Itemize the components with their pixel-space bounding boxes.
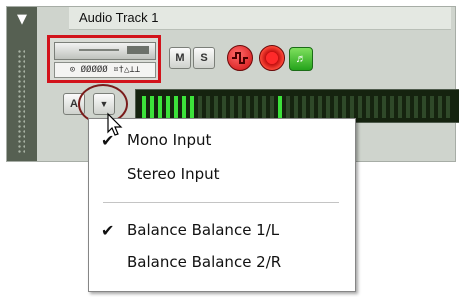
drag-handle[interactable] [17,49,25,155]
menu-item-stereo-input[interactable]: Stereo Input [89,161,355,189]
meter-segment [142,96,146,118]
monitor-button[interactable]: ♬ [289,47,313,71]
speaker-icon: ♬ [295,53,307,65]
menu-item-balance-1l[interactable]: ✔ Balance Balance 1/L [89,217,355,245]
meter-segment [278,96,282,118]
collapse-icon[interactable]: ▼ [11,11,33,29]
menu-item-label: Balance Balance 2/R [127,253,282,271]
meter-segment [350,96,354,118]
menu-item-label: Stereo Input [127,165,220,183]
meter-segment [382,96,386,118]
record-button[interactable] [259,45,285,71]
meter-segment [342,96,346,118]
meter-segment [166,96,170,118]
meter-segment [358,96,362,118]
meter-segment [270,96,274,118]
input-output-widget[interactable]: ⊙ ØØØØØ ¤†△⊥⊥ [47,35,161,83]
rack-led [127,46,149,54]
meter-segment [230,96,234,118]
input-context-menu: ✔ Mono Input Stereo Input ✔ Balance Bala… [88,118,356,292]
input-device-display [54,42,156,60]
meter-segment [374,96,378,118]
track-name[interactable]: Audio Track 1 [79,10,159,25]
waveform-icon [232,52,248,64]
input-channel-label: ⊙ ØØØØØ ¤†△⊥⊥ [54,62,156,78]
meter-segment [438,96,442,118]
meter-segment [446,96,450,118]
meter-segment [238,96,242,118]
solo-button[interactable]: S [193,47,215,69]
rack-slot [79,49,119,51]
meter-segment [262,96,266,118]
meter-segment [222,96,226,118]
menu-separator [103,202,339,203]
meter-segment [318,96,322,118]
mute-button[interactable]: M [169,47,191,69]
meter-segment [286,96,290,118]
meter-segment [198,96,202,118]
meter-segment [334,96,338,118]
checkmark-icon: ✔ [101,221,115,240]
phase-button[interactable] [227,45,253,71]
meter-segment [302,96,306,118]
meter-segment [326,96,330,118]
meter-segment [366,96,370,118]
track-grip[interactable]: ▼ [7,7,37,161]
track-title-bar[interactable]: Audio Track 1 [69,7,451,30]
meter-segment [246,96,250,118]
mouse-pointer-icon [107,112,123,136]
meter-segment [414,96,418,118]
meter-segment [310,96,314,118]
menu-item-balance-2r[interactable]: Balance Balance 2/R [89,249,355,277]
meter-segment [398,96,402,118]
menu-item-label: Balance Balance 1/L [127,221,280,239]
meter-segment [390,96,394,118]
meter-segment [294,96,298,118]
meter-segment [158,96,162,118]
menu-item-label: Mono Input [127,131,212,149]
meter-segment [190,96,194,118]
meter-segment [174,96,178,118]
meter-segment [254,96,258,118]
meter-segment [206,96,210,118]
meter-segment [150,96,154,118]
meter-segment [182,96,186,118]
menu-item-mono-input[interactable]: ✔ Mono Input [89,127,355,155]
meter-segment [430,96,434,118]
meter-segment [406,96,410,118]
meter-segment [422,96,426,118]
meter-segment [214,96,218,118]
